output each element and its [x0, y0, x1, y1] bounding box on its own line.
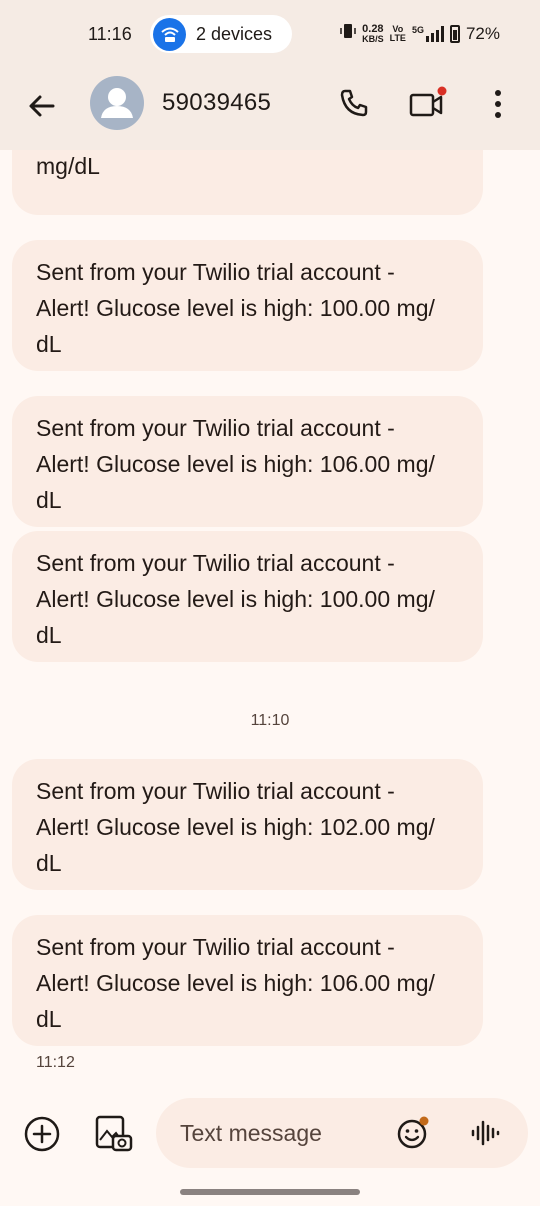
net-speed-unit: KB/S — [362, 33, 384, 44]
message-text: Sent from your Twilio trial account - Al… — [36, 778, 435, 876]
back-arrow-icon[interactable] — [26, 90, 58, 122]
avatar[interactable] — [90, 76, 144, 130]
message-thread[interactable]: Alert! Glucose level is high: 6657.50 mg… — [0, 150, 540, 1090]
message-text: Sent from your Twilio trial account - Al… — [36, 934, 435, 1032]
network-indicator: 5G — [411, 24, 444, 42]
vibrate-icon — [340, 22, 356, 45]
voice-waveform-icon[interactable] — [470, 1118, 500, 1148]
message-timestamp: 11:12 — [36, 1054, 75, 1071]
message-text: Sent from your Twilio trial account - Al… — [36, 415, 435, 513]
status-time: 11:16 — [88, 24, 132, 44]
message-text: Sent from your Twilio trial account - Al… — [36, 259, 435, 357]
gallery-icon[interactable] — [94, 1114, 134, 1154]
wifi-hotspot-icon — [153, 17, 186, 51]
more-vert-icon[interactable] — [486, 88, 510, 120]
video-call-icon[interactable] — [408, 86, 448, 120]
net-speed: 0.28 KB/S — [362, 22, 384, 44]
signal-icon — [425, 25, 444, 42]
phone-icon[interactable] — [338, 87, 370, 119]
battery-icon — [449, 24, 460, 43]
message-bubble[interactable]: Sent from your Twilio trial account - Al… — [12, 759, 483, 890]
conversation-header: 59039465 — [0, 68, 540, 150]
message-input[interactable]: Text message — [156, 1098, 528, 1168]
home-indicator[interactable] — [180, 1189, 360, 1195]
compose-bar: Text message — [0, 1090, 540, 1180]
devices-label: 2 devices — [196, 23, 273, 44]
status-bar: 11:16 2 devices 0.28 KB/S Vo LTE 5G 72% — [0, 0, 540, 68]
message-bubble[interactable]: Alert! Glucose level is high: 6657.50 mg… — [12, 150, 483, 215]
message-text: Sent from your Twilio trial account - Al… — [36, 550, 435, 648]
contact-name[interactable]: 59039465 — [162, 89, 271, 117]
message-bubble[interactable]: Sent from your Twilio trial account - Al… — [12, 396, 483, 527]
devices-chip[interactable]: 2 devices — [150, 15, 292, 53]
net-speed-value: 0.28 — [362, 22, 384, 35]
emoji-icon[interactable] — [396, 1116, 430, 1150]
volte-bottom: LTE — [389, 32, 406, 43]
battery-level: 72% — [465, 23, 500, 43]
volte-indicator: Vo LTE — [389, 24, 406, 43]
video-badge — [437, 86, 447, 96]
message-bubble[interactable]: Sent from your Twilio trial account - Al… — [12, 531, 483, 662]
network-type: 5G — [411, 24, 424, 35]
message-text: Alert! Glucose level is high: 6657.50 mg… — [36, 153, 100, 179]
time-divider: 11:10 — [250, 712, 290, 729]
message-bubble[interactable]: Sent from your Twilio trial account - Al… — [12, 915, 483, 1046]
add-circle-icon[interactable] — [24, 1116, 60, 1152]
status-icons: 0.28 KB/S Vo LTE 5G 72% — [340, 22, 500, 45]
message-bubble[interactable]: Sent from your Twilio trial account - Al… — [12, 240, 483, 371]
person-icon — [101, 88, 133, 118]
message-placeholder: Text message — [180, 1120, 322, 1146]
